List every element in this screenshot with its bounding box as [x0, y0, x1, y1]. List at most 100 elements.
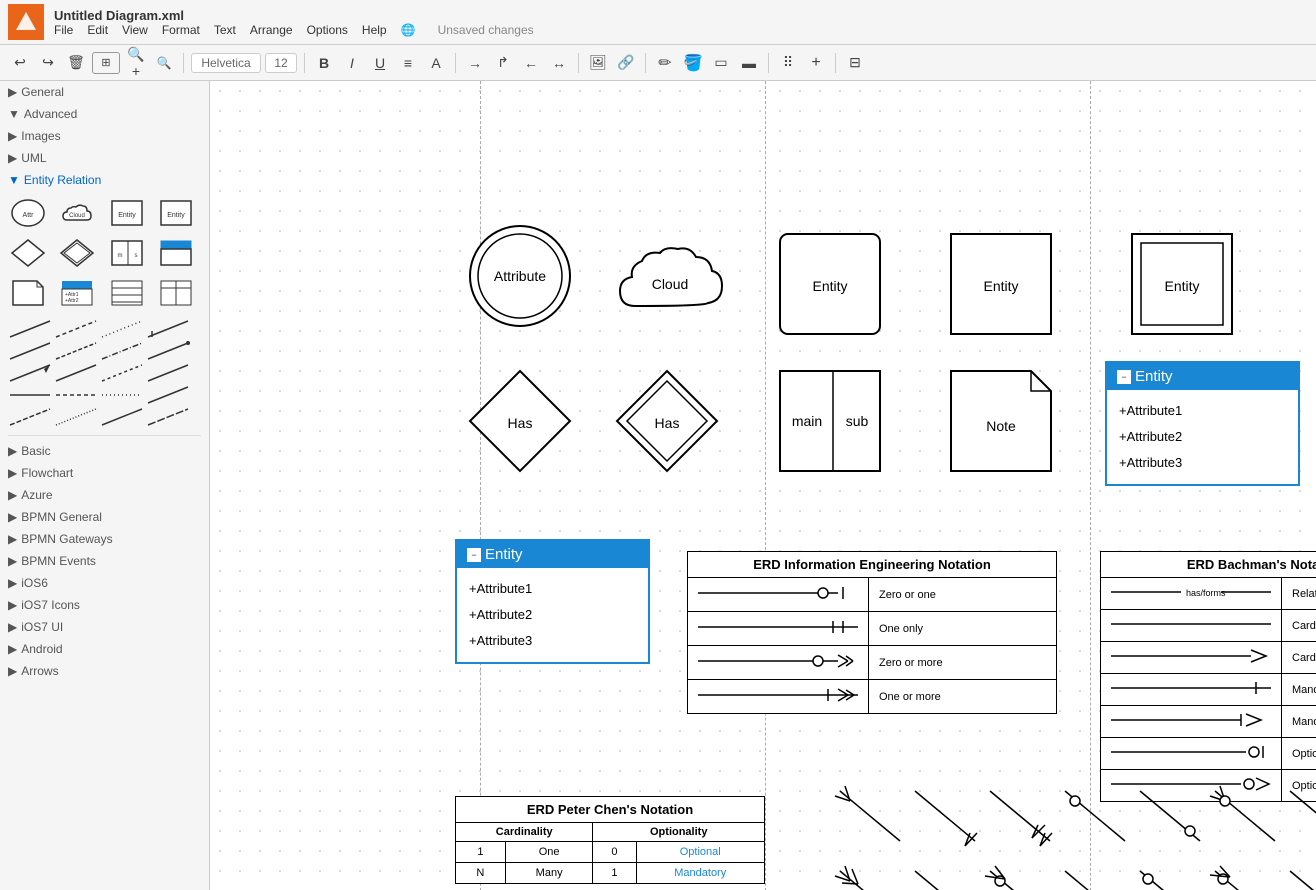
- pen-color-button[interactable]: ✏: [653, 51, 677, 75]
- note-shape[interactable]: Note: [946, 366, 1056, 476]
- align-left-button[interactable]: ≡: [396, 51, 420, 75]
- line-6[interactable]: [54, 341, 98, 361]
- menu-help[interactable]: Help: [362, 23, 387, 37]
- line-13[interactable]: [8, 385, 52, 405]
- sidebar-item-images[interactable]: ▶ Images: [0, 125, 209, 147]
- shape-entity-label[interactable]: Entity: [156, 195, 196, 231]
- rect-fill-button[interactable]: ▬: [737, 51, 761, 75]
- sidebar-item-entity-relation[interactable]: ▼ Entity Relation: [0, 169, 209, 191]
- zoom-out-button[interactable]: 🔍: [152, 51, 176, 75]
- shape-diamond-2[interactable]: [57, 235, 97, 271]
- menu-file[interactable]: File: [54, 23, 73, 37]
- sidebar-item-bpmn-gateways[interactable]: ▶ BPMN Gateways: [0, 528, 209, 550]
- underline-button[interactable]: U: [368, 51, 392, 75]
- svg-text:has/forms: has/forms: [1186, 588, 1226, 598]
- menu-edit[interactable]: Edit: [87, 23, 108, 37]
- sidebar-item-arrows[interactable]: ▶ Arrows: [0, 660, 209, 682]
- sidebar-item-bpmn-events[interactable]: ▶ BPMN Events: [0, 550, 209, 572]
- sidebar-item-ios7-icons[interactable]: ▶ iOS7 Icons: [0, 594, 209, 616]
- arrow-left-button[interactable]: ←: [519, 51, 543, 75]
- menu-text[interactable]: Text: [214, 23, 236, 37]
- sidebar-item-ios6[interactable]: ▶ iOS6: [0, 572, 209, 594]
- zoom-in-button[interactable]: 🔍+: [124, 51, 148, 75]
- italic-button[interactable]: I: [340, 51, 364, 75]
- sidebar-item-uml[interactable]: ▶ UML: [0, 147, 209, 169]
- sidebar-item-android[interactable]: ▶ Android: [0, 638, 209, 660]
- split-entity-shape[interactable]: main sub: [775, 366, 885, 476]
- redo-button[interactable]: ↪: [36, 51, 60, 75]
- line-17[interactable]: [8, 407, 52, 427]
- shape-attribute[interactable]: Attr: [8, 195, 48, 231]
- line-10[interactable]: [54, 363, 98, 383]
- fill-color-button[interactable]: 🪣: [681, 51, 705, 75]
- entity-blue-left[interactable]: − Entity +Attribute1 +Attribute2 +Attrib…: [455, 539, 650, 664]
- line-9[interactable]: [8, 363, 52, 383]
- shape-cloud[interactable]: Cloud: [57, 195, 97, 231]
- arrow-bend-button[interactable]: ↱: [491, 51, 515, 75]
- line-8[interactable]: [146, 341, 190, 361]
- line-5[interactable]: [8, 341, 52, 361]
- canvas-area[interactable]: Attribute Cloud Entity: [210, 81, 1316, 890]
- font-size-selector[interactable]: 12: [265, 53, 297, 73]
- line-4[interactable]: [146, 319, 190, 339]
- line-7[interactable]: [100, 341, 144, 361]
- attribute-shape[interactable]: Attribute: [465, 221, 575, 331]
- grid-button[interactable]: ⠿: [776, 51, 800, 75]
- entity-3-shape[interactable]: Entity: [1127, 229, 1237, 339]
- sidebar-item-flowchart[interactable]: ▶ Flowchart: [0, 462, 209, 484]
- has-diamond-2-shape[interactable]: Has: [612, 366, 722, 476]
- panel-button[interactable]: ⊟: [843, 51, 867, 75]
- entity-minimize-left[interactable]: −: [467, 548, 481, 562]
- sidebar-item-general[interactable]: ▶ General: [0, 81, 209, 103]
- menu-globe[interactable]: 🌐: [401, 23, 416, 37]
- shape-entity-attrs[interactable]: +Attr1 +Attr2: [57, 275, 97, 311]
- line-19[interactable]: [100, 407, 144, 427]
- sidebar-item-basic[interactable]: ▶ Basic: [0, 440, 209, 462]
- line-20[interactable]: [146, 407, 190, 427]
- line-3[interactable]: [100, 319, 144, 339]
- fit-page-button[interactable]: ⊞: [92, 52, 120, 74]
- has-diamond-1-shape[interactable]: Has: [465, 366, 575, 476]
- rect-button[interactable]: ▭: [709, 51, 733, 75]
- link-button[interactable]: 🔗: [614, 51, 638, 75]
- entity-minimize-right[interactable]: −: [1117, 370, 1131, 384]
- line-12[interactable]: [146, 363, 190, 383]
- arrow-both-button[interactable]: ↔: [547, 51, 571, 75]
- shape-entity-plain[interactable]: Entity: [107, 195, 147, 231]
- line-14[interactable]: [54, 385, 98, 405]
- shape-diamond-1[interactable]: [8, 235, 48, 271]
- canvas[interactable]: Attribute Cloud Entity: [210, 81, 1310, 890]
- arrow-right-button[interactable]: →: [463, 51, 487, 75]
- font-selector[interactable]: Helvetica: [191, 53, 261, 73]
- entity-blue-right[interactable]: − Entity +Attribute1 +Attribute2 +Attrib…: [1105, 361, 1300, 486]
- shape-split-entity[interactable]: m s: [107, 235, 147, 271]
- delete-button[interactable]: 🗑: [64, 51, 88, 75]
- menu-view[interactable]: View: [122, 23, 148, 37]
- sidebar-item-bpmn-general[interactable]: ▶ BPMN General: [0, 506, 209, 528]
- add-shape-button[interactable]: +: [804, 51, 828, 75]
- shape-entity-blue[interactable]: [156, 235, 196, 271]
- align-center-button[interactable]: A: [424, 51, 448, 75]
- menu-format[interactable]: Format: [162, 23, 200, 37]
- shape-table[interactable]: [107, 275, 147, 311]
- sidebar-item-advanced[interactable]: ▼ Advanced: [0, 103, 209, 125]
- line-1[interactable]: [8, 319, 52, 339]
- image-button[interactable]: 🖼: [586, 51, 610, 75]
- menu-options[interactable]: Options: [307, 23, 348, 37]
- undo-button[interactable]: ↩: [8, 51, 32, 75]
- line-16[interactable]: [146, 385, 190, 405]
- line-15[interactable]: [100, 385, 144, 405]
- bold-button[interactable]: B: [312, 51, 336, 75]
- shape-table-2[interactable]: [156, 275, 196, 311]
- entity-1-shape[interactable]: Entity: [775, 229, 885, 339]
- line-18[interactable]: [54, 407, 98, 427]
- menu-arrange[interactable]: Arrange: [250, 23, 293, 37]
- entity-2-shape[interactable]: Entity: [946, 229, 1056, 339]
- sidebar-item-ios7-ui[interactable]: ▶ iOS7 UI: [0, 616, 209, 638]
- line-11[interactable]: [100, 363, 144, 383]
- shape-note[interactable]: [8, 275, 48, 311]
- sidebar-arrow-bpmn-events: ▶: [8, 554, 17, 568]
- cloud-shape[interactable]: Cloud: [610, 231, 730, 331]
- line-2[interactable]: [54, 319, 98, 339]
- sidebar-item-azure[interactable]: ▶ Azure: [0, 484, 209, 506]
